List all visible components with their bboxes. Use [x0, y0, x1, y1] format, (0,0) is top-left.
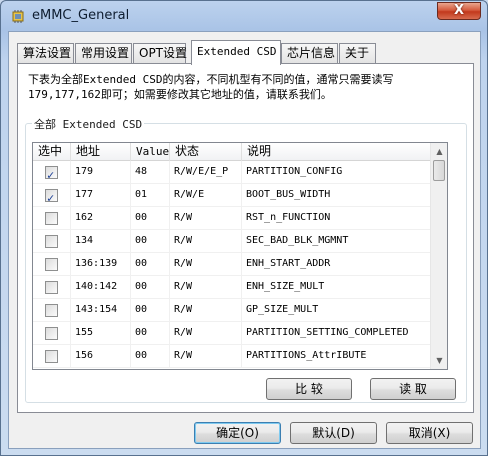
client-area: 算法设置 常用设置 OPT设置 Extended CSD 芯片信息 关于 下表为…: [8, 31, 481, 449]
status-cell: R/W: [170, 299, 242, 322]
description-cell: PARTITION_SETTING_COMPLETED: [242, 322, 432, 345]
read-button[interactable]: 读 取: [370, 378, 456, 400]
tab-extended-csd[interactable]: Extended CSD: [191, 40, 281, 65]
select-cell: [33, 299, 71, 322]
row-checkbox[interactable]: [45, 258, 58, 271]
select-cell: [33, 345, 71, 368]
table-row[interactable]: 17948R/W/E/E_PPARTITION_CONFIG: [33, 161, 447, 184]
value-cell: 00: [131, 276, 170, 299]
close-button[interactable]: X: [437, 2, 481, 20]
address-cell: 140:142: [71, 276, 131, 299]
value-cell: 01: [131, 184, 170, 207]
value-cell: 00: [131, 345, 170, 368]
group-label: 全部 Extended CSD: [32, 116, 145, 132]
status-cell: R/W: [170, 230, 242, 253]
address-cell: 156: [71, 345, 131, 368]
table-row[interactable]: 136:139 00 R/W ENH_START_ADDR: [33, 253, 447, 276]
select-cell: [33, 161, 71, 184]
ok-button[interactable]: 确定(O): [194, 422, 281, 444]
row-checkbox[interactable]: [45, 187, 58, 207]
address-cell: 177: [71, 184, 131, 207]
column-header-status[interactable]: 状态: [170, 143, 242, 161]
tab-algorithm-settings[interactable]: 算法设置: [17, 43, 74, 63]
table-row[interactable]: 143:154 00 R/W GP_SIZE_MULT: [33, 299, 447, 322]
chip-icon: [12, 10, 24, 23]
value-cell: 00: [131, 253, 170, 276]
table-row[interactable]: 155 00 R/W PARTITION_SETTING_COMPLETED: [33, 322, 447, 345]
cancel-button[interactable]: 取消(X): [386, 422, 473, 444]
address-cell: 134: [71, 230, 131, 253]
select-cell: [33, 322, 71, 345]
window-title: eMMC_General: [32, 8, 130, 23]
description-cell: PARTITIONS_AttrIBUTE: [242, 345, 432, 368]
address-cell: 155: [71, 322, 131, 345]
row-checkbox[interactable]: [45, 304, 58, 317]
select-cell: [33, 253, 71, 276]
description-cell: BOOT_BUS_WIDTH: [242, 184, 432, 207]
row-checkbox[interactable]: [45, 212, 58, 225]
extended-csd-group: 全部 Extended CSD 选中 地址 Value 状态 说明 17948R…: [25, 116, 467, 403]
scroll-thumb[interactable]: [433, 160, 445, 181]
address-cell: 143:154: [71, 299, 131, 322]
row-checkbox[interactable]: [45, 327, 58, 340]
status-cell: R/W/E/E_P: [170, 161, 242, 184]
extended-csd-panel: 下表为全部Extended CSD的内容，不同机型有不同的值，通常只需要读写 1…: [17, 63, 474, 413]
compare-button[interactable]: 比 较: [266, 378, 352, 400]
address-cell: 162: [71, 207, 131, 230]
column-header-address[interactable]: 地址: [71, 143, 131, 161]
description-cell: ENH_START_ADDR: [242, 253, 432, 276]
address-cell: 136:139: [71, 253, 131, 276]
column-header-description[interactable]: 说明: [242, 143, 432, 161]
close-icon: X: [453, 3, 465, 18]
value-cell: 48: [131, 161, 170, 184]
row-checkbox[interactable]: [45, 281, 58, 294]
table-row[interactable]: 162 00 R/W RST_n_FUNCTION: [33, 207, 447, 230]
row-checkbox[interactable]: [45, 164, 58, 184]
column-header-select[interactable]: 选中: [33, 143, 71, 161]
table-row[interactable]: 134 00 R/W SEC_BAD_BLK_MGMNT: [33, 230, 447, 253]
select-cell: [33, 230, 71, 253]
select-cell: [33, 207, 71, 230]
value-cell: 00: [131, 207, 170, 230]
panel-description: 下表为全部Extended CSD的内容，不同机型有不同的值，通常只需要读写 1…: [28, 73, 394, 101]
table-header: 选中 地址 Value 状态 说明: [33, 143, 447, 161]
select-cell: [33, 276, 71, 299]
dialog-window: eMMC_General X 算法设置 常用设置 OPT设置 Extended …: [0, 0, 488, 456]
tab-opt-settings[interactable]: OPT设置: [133, 43, 187, 63]
default-button[interactable]: 默认(D): [290, 422, 377, 444]
column-header-value[interactable]: Value: [131, 143, 170, 161]
extended-csd-table: 选中 地址 Value 状态 说明 17948R/W/E/E_PPARTITIO…: [32, 142, 448, 370]
tab-common-settings[interactable]: 常用设置: [75, 43, 132, 63]
description-cell: RST_n_FUNCTION: [242, 207, 432, 230]
description-cell: GP_SIZE_MULT: [242, 299, 432, 322]
row-checkbox[interactable]: [45, 235, 58, 248]
scroll-down-icon[interactable]: ▼: [431, 352, 447, 369]
tab-about[interactable]: 关于: [339, 43, 376, 63]
select-cell: [33, 184, 71, 207]
table-row[interactable]: 140:142 00 R/W ENH_SIZE_MULT: [33, 276, 447, 299]
description-cell: ENH_SIZE_MULT: [242, 276, 432, 299]
value-cell: 00: [131, 230, 170, 253]
status-cell: R/W: [170, 345, 242, 368]
value-cell: 00: [131, 299, 170, 322]
status-cell: R/W: [170, 276, 242, 299]
description-cell: PARTITION_CONFIG: [242, 161, 432, 184]
vertical-scrollbar[interactable]: ▲ ▼: [430, 143, 447, 369]
table-row[interactable]: 17701R/W/EBOOT_BUS_WIDTH: [33, 184, 447, 207]
scroll-up-icon[interactable]: ▲: [431, 143, 447, 160]
address-cell: 179: [71, 161, 131, 184]
table-row[interactable]: 156 00 R/W PARTITIONS_AttrIBUTE: [33, 345, 447, 368]
description-cell: SEC_BAD_BLK_MGMNT: [242, 230, 432, 253]
status-cell: R/W/E: [170, 184, 242, 207]
tab-chip-info[interactable]: 芯片信息: [281, 43, 338, 63]
status-cell: R/W: [170, 322, 242, 345]
status-cell: R/W: [170, 253, 242, 276]
row-checkbox[interactable]: [45, 350, 58, 363]
value-cell: 00: [131, 322, 170, 345]
title-bar[interactable]: eMMC_General X: [1, 1, 487, 31]
status-cell: R/W: [170, 207, 242, 230]
